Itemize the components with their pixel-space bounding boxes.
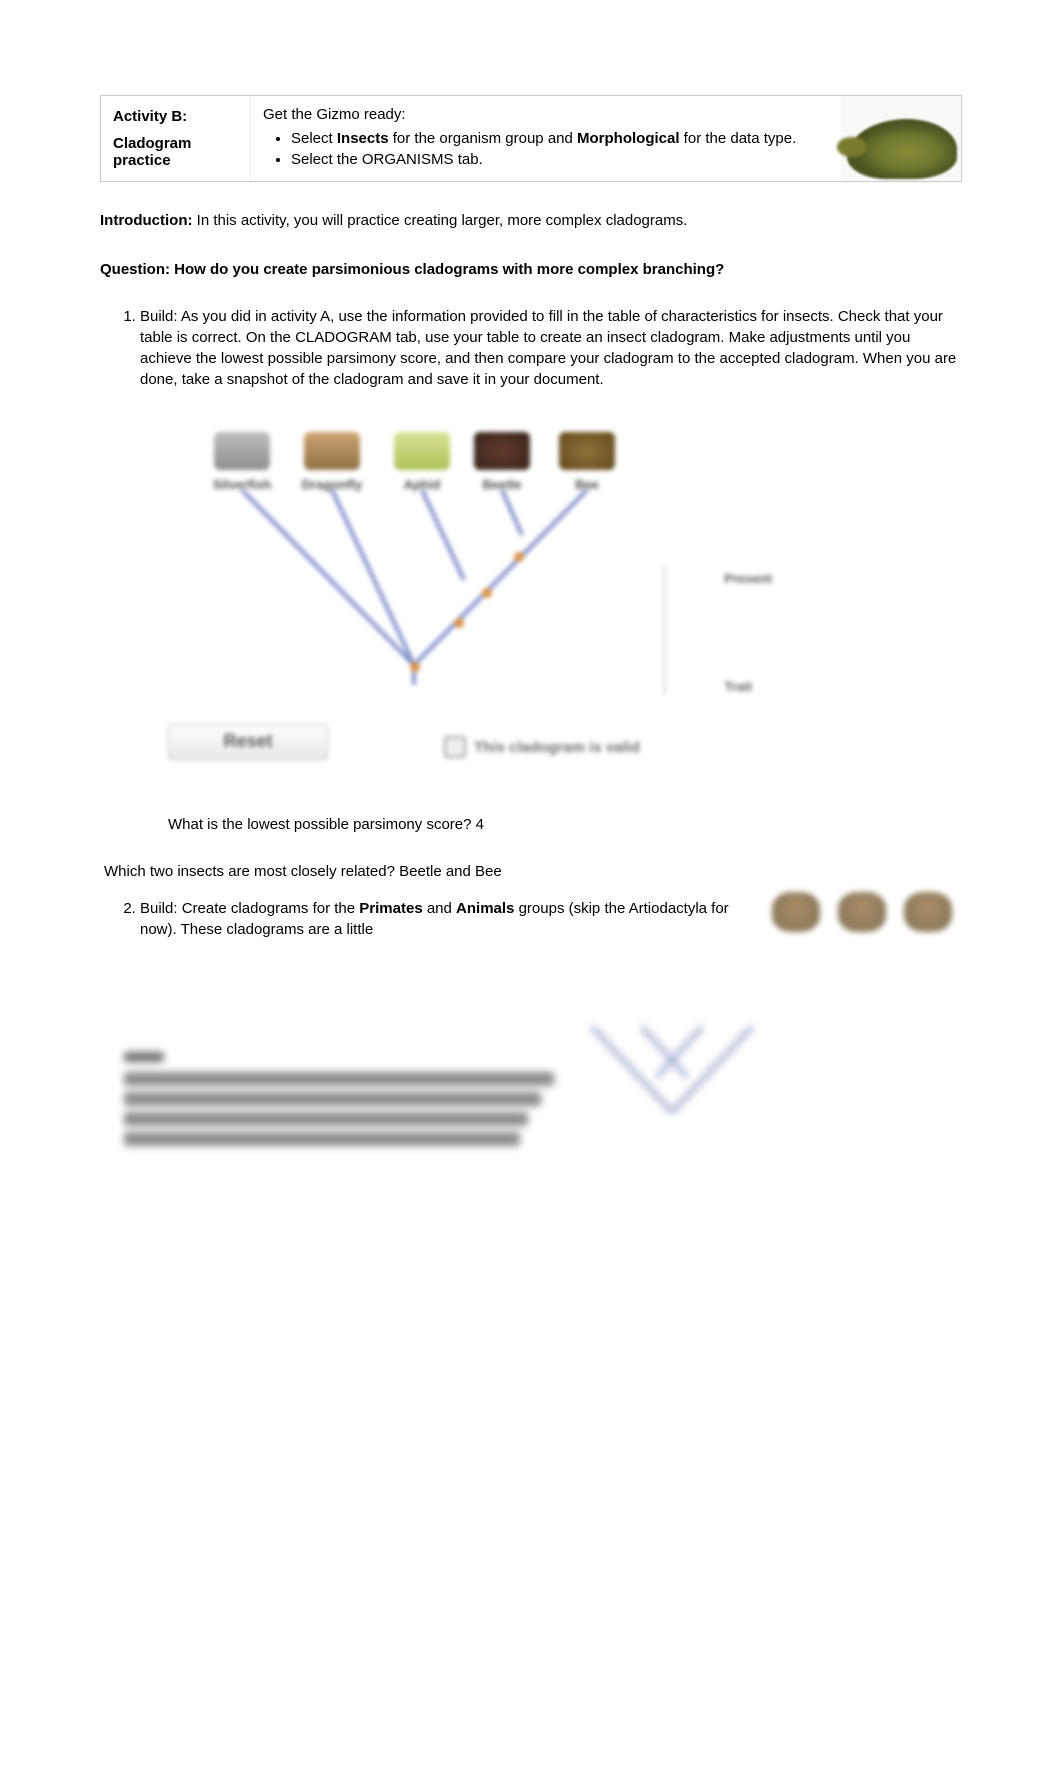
question-heading: Question: How do you create parsimonious… xyxy=(100,259,962,280)
legend-present: Present xyxy=(724,570,772,588)
organism-thumb xyxy=(474,432,530,470)
parsimony-question: What is the lowest possible parsimony sc… xyxy=(168,814,962,835)
activity-title-cell: Activity B: Cladogram practice xyxy=(101,96,251,181)
activity-header: Activity B: Cladogram practice Get the G… xyxy=(100,95,962,182)
related-question: Which two insects are most closely relat… xyxy=(104,863,962,880)
reset-button[interactable]: Reset xyxy=(168,724,328,760)
step-2-label: Build: xyxy=(140,900,178,917)
parsimony-answer: 4 xyxy=(476,816,484,833)
cladogram-figure: Silverfish Dragonfly Aphid Beetle Bee xyxy=(154,420,694,790)
gizmo-instructions: Get the Gizmo ready: Select Insects for … xyxy=(251,96,841,181)
activity-title: Cladogram practice xyxy=(113,135,240,169)
blurred-text xyxy=(124,1052,554,1152)
step-2: Build: Create cladograms for the Primate… xyxy=(140,898,962,942)
organism-thumb xyxy=(838,892,886,932)
introduction-paragraph: Introduction: In this activity, you will… xyxy=(100,210,962,231)
organism-thumb xyxy=(394,432,450,470)
organism-thumb xyxy=(304,432,360,470)
gizmo-ready-label: Get the Gizmo ready: xyxy=(263,106,829,123)
activity-steps: Build: As you did in activity A, use the… xyxy=(100,306,962,835)
branch-node xyxy=(482,588,492,598)
blurred-diagram xyxy=(572,1022,772,1142)
organism-thumb xyxy=(214,432,270,470)
step-1-label: Build: xyxy=(140,308,178,325)
blurred-preview xyxy=(100,1052,962,1152)
activity-steps-cont: Build: Create cladograms for the Primate… xyxy=(100,898,962,942)
valid-checkbox-icon xyxy=(444,736,466,758)
instruction-item-2: Select the ORGANISMS tab. xyxy=(291,150,829,170)
organism-thumb xyxy=(772,892,820,932)
related-answer: Beetle and Bee xyxy=(399,863,502,880)
organism-thumb xyxy=(559,432,615,470)
activity-label: Activity B: xyxy=(113,108,240,125)
valid-indicator: This cladogram is valid xyxy=(444,736,640,758)
branch-node xyxy=(454,618,464,628)
frog-icon xyxy=(847,119,957,179)
legend-trait: Trait xyxy=(725,678,752,696)
cladogram-branches xyxy=(154,490,614,690)
instruction-item-1: Select Insects for the organism group an… xyxy=(291,129,829,149)
branch-node xyxy=(410,662,420,672)
introduction-label: Introduction: xyxy=(100,212,192,229)
organism-thumb xyxy=(904,892,952,932)
step-2-thumbnails xyxy=(772,892,962,942)
header-image-cell xyxy=(841,96,961,181)
branch-node xyxy=(514,552,524,562)
step-1: Build: As you did in activity A, use the… xyxy=(140,306,962,835)
